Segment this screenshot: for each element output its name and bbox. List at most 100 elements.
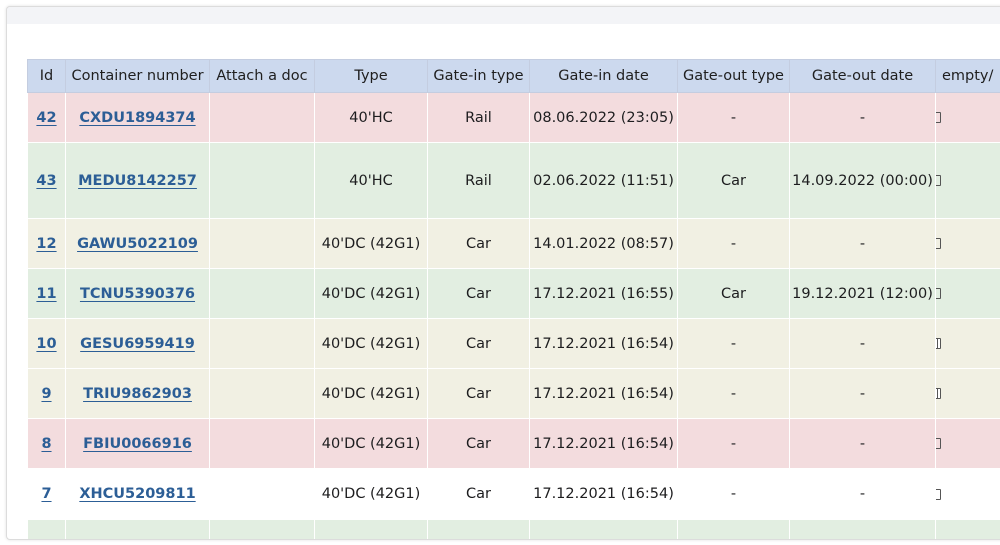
column-header-type[interactable]: Type bbox=[314, 59, 428, 93]
column-header-attach-doc[interactable]: Attach a doc bbox=[209, 59, 315, 93]
full-container-icon[interactable] bbox=[936, 388, 941, 399]
containers-table: Id Container number Attach a doc Type Ga… bbox=[27, 59, 1000, 539]
container-number-cell-link[interactable]: FBIU0066916 bbox=[83, 436, 192, 452]
table-row: 10 GESU6959419 40'DC (42G1) Car 17.12.2021 (… bbox=[27, 318, 1000, 369]
document-icon[interactable] bbox=[936, 488, 941, 500]
table-row bbox=[27, 519, 1000, 539]
gate-in-type-cell: Rail bbox=[427, 92, 530, 143]
container-number-cell: GAWU5022109 bbox=[65, 218, 210, 269]
empty-cell bbox=[314, 519, 428, 539]
id-cell-link[interactable]: 11 bbox=[36, 286, 56, 302]
empty-full-cell bbox=[935, 142, 1000, 219]
empty-cell bbox=[935, 519, 1000, 539]
column-header-gate-out-type[interactable]: Gate-out type bbox=[677, 59, 790, 93]
container-number-cell: FBIU0066916 bbox=[65, 418, 210, 469]
gate-out-type-cell: - bbox=[677, 318, 790, 369]
id-cell: 42 bbox=[27, 92, 66, 143]
empty-full-cell bbox=[935, 268, 1000, 319]
gate-in-type-cell: Car bbox=[427, 218, 530, 269]
gate-out-date-cell: - bbox=[789, 318, 936, 369]
type-cell: 40'HC bbox=[314, 92, 428, 143]
gate-out-type-cell: - bbox=[677, 368, 790, 419]
id-cell: 7 bbox=[27, 468, 66, 520]
container-number-cell-link[interactable]: GAWU5022109 bbox=[77, 236, 198, 252]
container-number-cell: CXDU1894374 bbox=[65, 92, 210, 143]
id-cell-link[interactable]: 8 bbox=[41, 436, 51, 452]
document-icon[interactable] bbox=[936, 112, 941, 123]
column-header-id[interactable]: Id bbox=[27, 59, 66, 93]
gate-in-type-cell: Car bbox=[427, 368, 530, 419]
gate-in-type-cell: Rail bbox=[427, 142, 530, 219]
gate-out-date-cell: - bbox=[789, 368, 936, 419]
gate-out-type-cell: Car bbox=[677, 268, 790, 319]
app-window: Id Container number Attach a doc Type Ga… bbox=[6, 6, 1000, 540]
attach-doc-cell bbox=[209, 368, 315, 419]
id-cell: 9 bbox=[27, 368, 66, 419]
gate-out-type-cell: - bbox=[677, 92, 790, 143]
gate-in-date-cell: 17.12.2021 (16:55) bbox=[529, 268, 678, 319]
full-container-icon[interactable] bbox=[936, 338, 941, 349]
gate-in-date-cell: 08.06.2022 (23:05) bbox=[529, 92, 678, 143]
empty-cell bbox=[789, 519, 936, 539]
container-number-cell: XHCU5209811 bbox=[65, 468, 210, 520]
gate-out-type-cell: Car bbox=[677, 142, 790, 219]
table-row: 42 CXDU1894374 40'HC Rail 08.06.2022 (23:05)… bbox=[27, 92, 1000, 143]
empty-full-cell bbox=[935, 218, 1000, 269]
gate-in-type-cell: Car bbox=[427, 318, 530, 369]
id-cell-link[interactable]: 7 bbox=[41, 486, 51, 502]
gate-out-date-cell: 14.09.2022 (00:00) bbox=[789, 142, 936, 219]
container-number-cell-link[interactable]: TRIU9862903 bbox=[83, 386, 192, 402]
gate-out-date-cell: 19.12.2021 (12:00) bbox=[789, 268, 936, 319]
document-icon[interactable] bbox=[936, 238, 941, 249]
empty-full-cell bbox=[935, 368, 1000, 419]
type-cell: 40'DC (42G1) bbox=[314, 268, 428, 319]
container-number-cell-link[interactable]: XHCU5209811 bbox=[79, 486, 195, 502]
gate-out-date-cell: - bbox=[789, 468, 936, 520]
gate-out-date-cell: - bbox=[789, 218, 936, 269]
column-header-empty-full[interactable]: empty/ bbox=[935, 59, 1000, 93]
table-row: 43 MEDU8142257 40'HC Rail 02.06.2022 (11:51)… bbox=[27, 142, 1000, 219]
gate-out-date-cell: - bbox=[789, 418, 936, 469]
attach-doc-cell bbox=[209, 218, 315, 269]
gate-in-type-cell: Car bbox=[427, 418, 530, 469]
empty-full-cell bbox=[935, 318, 1000, 369]
column-header-gate-in-type[interactable]: Gate-in type bbox=[427, 59, 530, 93]
gate-in-date-cell: 17.12.2021 (16:54) bbox=[529, 468, 678, 520]
gate-in-date-cell: 14.01.2022 (08:57) bbox=[529, 218, 678, 269]
container-number-cell-link[interactable]: GESU6959419 bbox=[80, 336, 195, 352]
type-cell: 40'DC (42G1) bbox=[314, 218, 428, 269]
id-cell-link[interactable]: 12 bbox=[36, 236, 56, 252]
document-icon[interactable] bbox=[936, 438, 941, 449]
table-row: 7 XHCU5209811 40'DC (42G1) Car 17.12.2021 (1… bbox=[27, 468, 1000, 520]
empty-full-cell bbox=[935, 468, 1000, 520]
type-cell: 40'DC (42G1) bbox=[314, 468, 428, 520]
table-header-row: Id Container number Attach a doc Type Ga… bbox=[27, 59, 1000, 93]
document-icon[interactable] bbox=[936, 288, 941, 299]
id-cell: 12 bbox=[27, 218, 66, 269]
attach-doc-cell bbox=[209, 468, 315, 520]
id-cell: 10 bbox=[27, 318, 66, 369]
id-cell-link[interactable]: 10 bbox=[36, 336, 56, 352]
attach-doc-cell bbox=[209, 92, 315, 143]
id-cell: 8 bbox=[27, 418, 66, 469]
id-cell-link[interactable]: 42 bbox=[36, 110, 56, 126]
attach-doc-cell bbox=[209, 268, 315, 319]
empty-cell bbox=[529, 519, 678, 539]
container-number-cell-link[interactable]: TCNU5390376 bbox=[80, 286, 195, 302]
column-header-gate-in-date[interactable]: Gate-in date bbox=[529, 59, 678, 93]
empty-cell bbox=[677, 519, 790, 539]
container-number-cell: TCNU5390376 bbox=[65, 268, 210, 319]
column-header-gate-out-date[interactable]: Gate-out date bbox=[789, 59, 936, 93]
attach-doc-cell bbox=[209, 418, 315, 469]
gate-in-date-cell: 17.12.2021 (16:54) bbox=[529, 318, 678, 369]
container-number-cell-link[interactable]: CXDU1894374 bbox=[79, 110, 195, 126]
id-cell-link[interactable]: 43 bbox=[36, 173, 56, 189]
container-number-cell-link[interactable]: MEDU8142257 bbox=[78, 173, 197, 189]
id-cell-link[interactable]: 9 bbox=[41, 386, 51, 402]
gate-in-type-cell: Car bbox=[427, 468, 530, 520]
column-header-container-number[interactable]: Container number bbox=[65, 59, 210, 93]
gate-in-date-cell: 17.12.2021 (16:54) bbox=[529, 368, 678, 419]
document-icon[interactable] bbox=[936, 175, 941, 186]
empty-cell bbox=[209, 519, 315, 539]
gate-in-type-cell: Car bbox=[427, 268, 530, 319]
